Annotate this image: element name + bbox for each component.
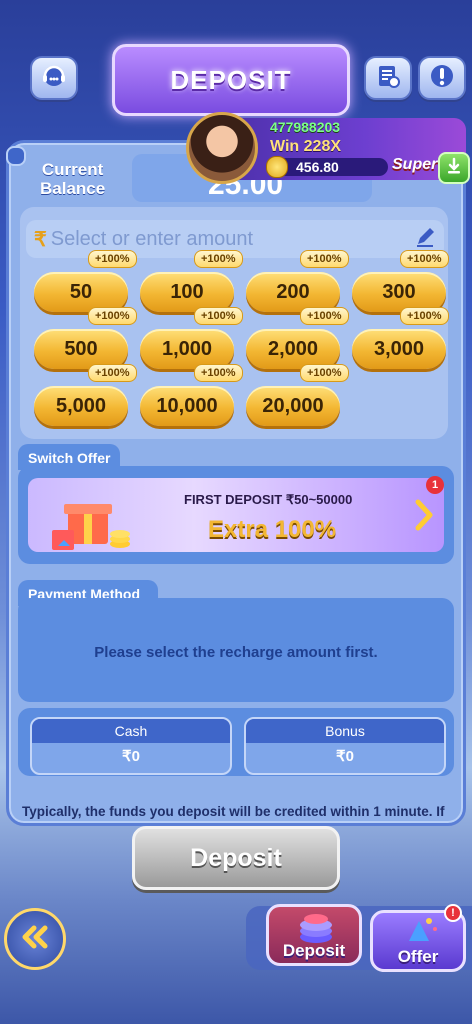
bonus-badge: +100% xyxy=(88,364,137,382)
amount-chip-5000[interactable]: 5,000 xyxy=(34,386,128,426)
chip-value: 300 xyxy=(382,280,416,303)
amount-chip-2000[interactable]: 2,000 xyxy=(246,329,340,369)
bonus-badge: +100% xyxy=(194,250,243,268)
gift-box-icon xyxy=(50,494,130,550)
chip-value: 50 xyxy=(69,280,93,303)
amount-chip-20000[interactable]: 20,000 xyxy=(246,386,340,426)
user-id: 477988203 xyxy=(270,119,341,135)
coin-value: 456.80 xyxy=(296,159,339,175)
chip-value: 2,000 xyxy=(267,337,319,360)
bonus-badge: +100% xyxy=(300,364,349,382)
coin-icon xyxy=(266,156,288,178)
bonus-label: Bonus xyxy=(246,719,444,743)
support-icon xyxy=(40,63,68,94)
chip-value: 200 xyxy=(276,280,310,303)
notice-text: Typically, the funds you deposit will be… xyxy=(22,804,445,819)
cash-value: ₹0 xyxy=(122,748,140,765)
chip-value: 10,000 xyxy=(156,394,218,417)
amount-chip-300[interactable]: 300 xyxy=(352,272,446,312)
chevron-right-icon[interactable] xyxy=(414,498,434,537)
payment-method-message: Please select the recharge amount first. xyxy=(94,644,378,661)
amount-chip-1000[interactable]: 1,000 xyxy=(140,329,234,369)
title-plate: DEPOSIT xyxy=(112,44,350,116)
chip-value: 5,000 xyxy=(55,394,107,417)
info-icon xyxy=(429,63,455,94)
chip-value: 1,000 xyxy=(161,337,213,360)
page-title: DEPOSIT xyxy=(170,64,292,95)
bonus-badge: +100% xyxy=(194,364,243,382)
offer-card[interactable]: FIRST DEPOSIT ₹50~50000 Extra 100% xyxy=(28,478,444,552)
balance-label-line1: Current xyxy=(41,160,104,179)
bonus-badge: +100% xyxy=(400,250,449,268)
amount-chip-3000[interactable]: 3,000 xyxy=(352,329,446,369)
amount-input-placeholder: Select or enter amount xyxy=(50,227,254,250)
nav-deposit-button[interactable]: Deposit xyxy=(266,904,362,966)
back-arrows-icon xyxy=(20,925,50,954)
deposit-button[interactable]: Deposit xyxy=(132,826,340,890)
support-button[interactable] xyxy=(30,56,78,100)
win-row: Win 228X xyxy=(270,138,341,156)
amount-chip-200[interactable]: 200 xyxy=(246,272,340,312)
bonus-badge: +100% xyxy=(300,307,349,325)
rupee-icon: ₹ xyxy=(34,228,47,251)
coin-row: 456.80 xyxy=(266,156,388,178)
avatar[interactable] xyxy=(186,112,258,184)
profile-card[interactable]: 477988203 Win 228X 456.80 Super xyxy=(186,112,472,186)
game-label: Super xyxy=(392,156,438,173)
chip-value: 20,000 xyxy=(262,394,324,417)
bonus-value: ₹0 xyxy=(336,748,354,765)
chip-value: 100 xyxy=(170,280,204,303)
info-button[interactable] xyxy=(418,56,466,100)
bonus-badge: +100% xyxy=(88,250,137,268)
balance-label-line2: Balance xyxy=(40,179,106,198)
deposit-button-label: Deposit xyxy=(190,843,282,872)
close-dot-icon[interactable] xyxy=(6,146,26,166)
record-button[interactable] xyxy=(364,56,412,100)
win-multiplier: 228X xyxy=(303,138,342,155)
cash-box: Cash ₹0 xyxy=(30,717,232,775)
chip-value: 3,000 xyxy=(373,337,425,360)
notification-count: 1 xyxy=(431,479,439,491)
back-button[interactable] xyxy=(4,908,66,970)
offer-highlight: Extra 100% xyxy=(208,516,337,543)
cash-label: Cash xyxy=(32,719,230,743)
download-icon xyxy=(445,157,463,180)
bonus-badge: +100% xyxy=(400,307,449,325)
amount-chip-50[interactable]: 50 xyxy=(34,272,128,312)
bonus-badge: +100% xyxy=(300,250,349,268)
party-popper-icon xyxy=(405,915,439,950)
download-button[interactable] xyxy=(438,152,470,184)
nav-deposit-label: Deposit xyxy=(282,941,346,960)
offer-alert-icon: ! xyxy=(444,904,462,922)
offer-title: FIRST DEPOSIT ₹50~50000 xyxy=(184,492,353,507)
amount-chip-10000[interactable]: 10,000 xyxy=(140,386,234,426)
win-label: Win xyxy=(270,138,300,155)
amount-chip-500[interactable]: 500 xyxy=(34,329,128,369)
nav-offer-label: Offer xyxy=(397,947,439,966)
pencil-icon[interactable] xyxy=(414,226,436,253)
bonus-badge: +100% xyxy=(194,307,243,325)
bonus-box: Bonus ₹0 xyxy=(244,717,446,775)
chip-value: 500 xyxy=(64,337,98,360)
notification-badge: 1 xyxy=(426,476,444,494)
bonus-badge: +100% xyxy=(88,307,137,325)
amount-chip-100[interactable]: 100 xyxy=(140,272,234,312)
balance-label: Current Balance xyxy=(40,160,105,198)
record-icon xyxy=(375,63,401,94)
